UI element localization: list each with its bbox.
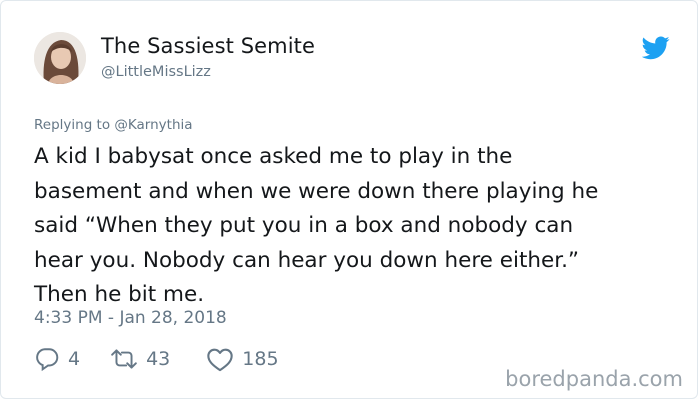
retweet-button[interactable]: 43 <box>110 346 170 372</box>
tweet-card: The Sassiest Semite @LittleMissLizz Repl… <box>0 0 698 399</box>
tweet-text-line: said “When they put you in a box and nob… <box>34 213 574 238</box>
display-name[interactable]: The Sassiest Semite <box>101 34 315 58</box>
reply-count: 4 <box>68 348 81 370</box>
twitter-bird-icon[interactable] <box>642 36 670 60</box>
like-button[interactable]: 185 <box>206 346 279 372</box>
replying-to-handle-link[interactable]: @Karnythia <box>114 117 192 133</box>
tweet-text-line: basement and when we were down there pla… <box>34 178 599 204</box>
user-handle[interactable]: @LittleMissLizz <box>101 64 211 80</box>
tweet-actions: 4 43 185 <box>34 345 279 373</box>
watermark: boredpanda.com <box>505 367 683 391</box>
retweet-count: 43 <box>146 348 171 370</box>
tweet-text-line: hear you. Nobody can hear you down here … <box>34 247 580 273</box>
avatar-image <box>34 32 86 84</box>
avatar[interactable] <box>34 32 86 84</box>
replying-to-label: Replying to <box>34 117 111 133</box>
tweet-timestamp[interactable]: 4:33 PM - Jan 28, 2018 <box>34 308 227 328</box>
tweet-text: A kid I babysat once asked me to play in… <box>34 140 684 313</box>
replying-to: Replying to @Karnythia <box>34 117 193 133</box>
retweet-icon <box>111 349 137 369</box>
reply-bubble-icon <box>36 348 59 372</box>
heart-icon <box>207 348 233 372</box>
reply-button[interactable]: 4 <box>34 346 80 372</box>
tweet-text-line: A kid I babysat once asked me to play in… <box>34 144 513 169</box>
like-count: 185 <box>242 348 279 370</box>
